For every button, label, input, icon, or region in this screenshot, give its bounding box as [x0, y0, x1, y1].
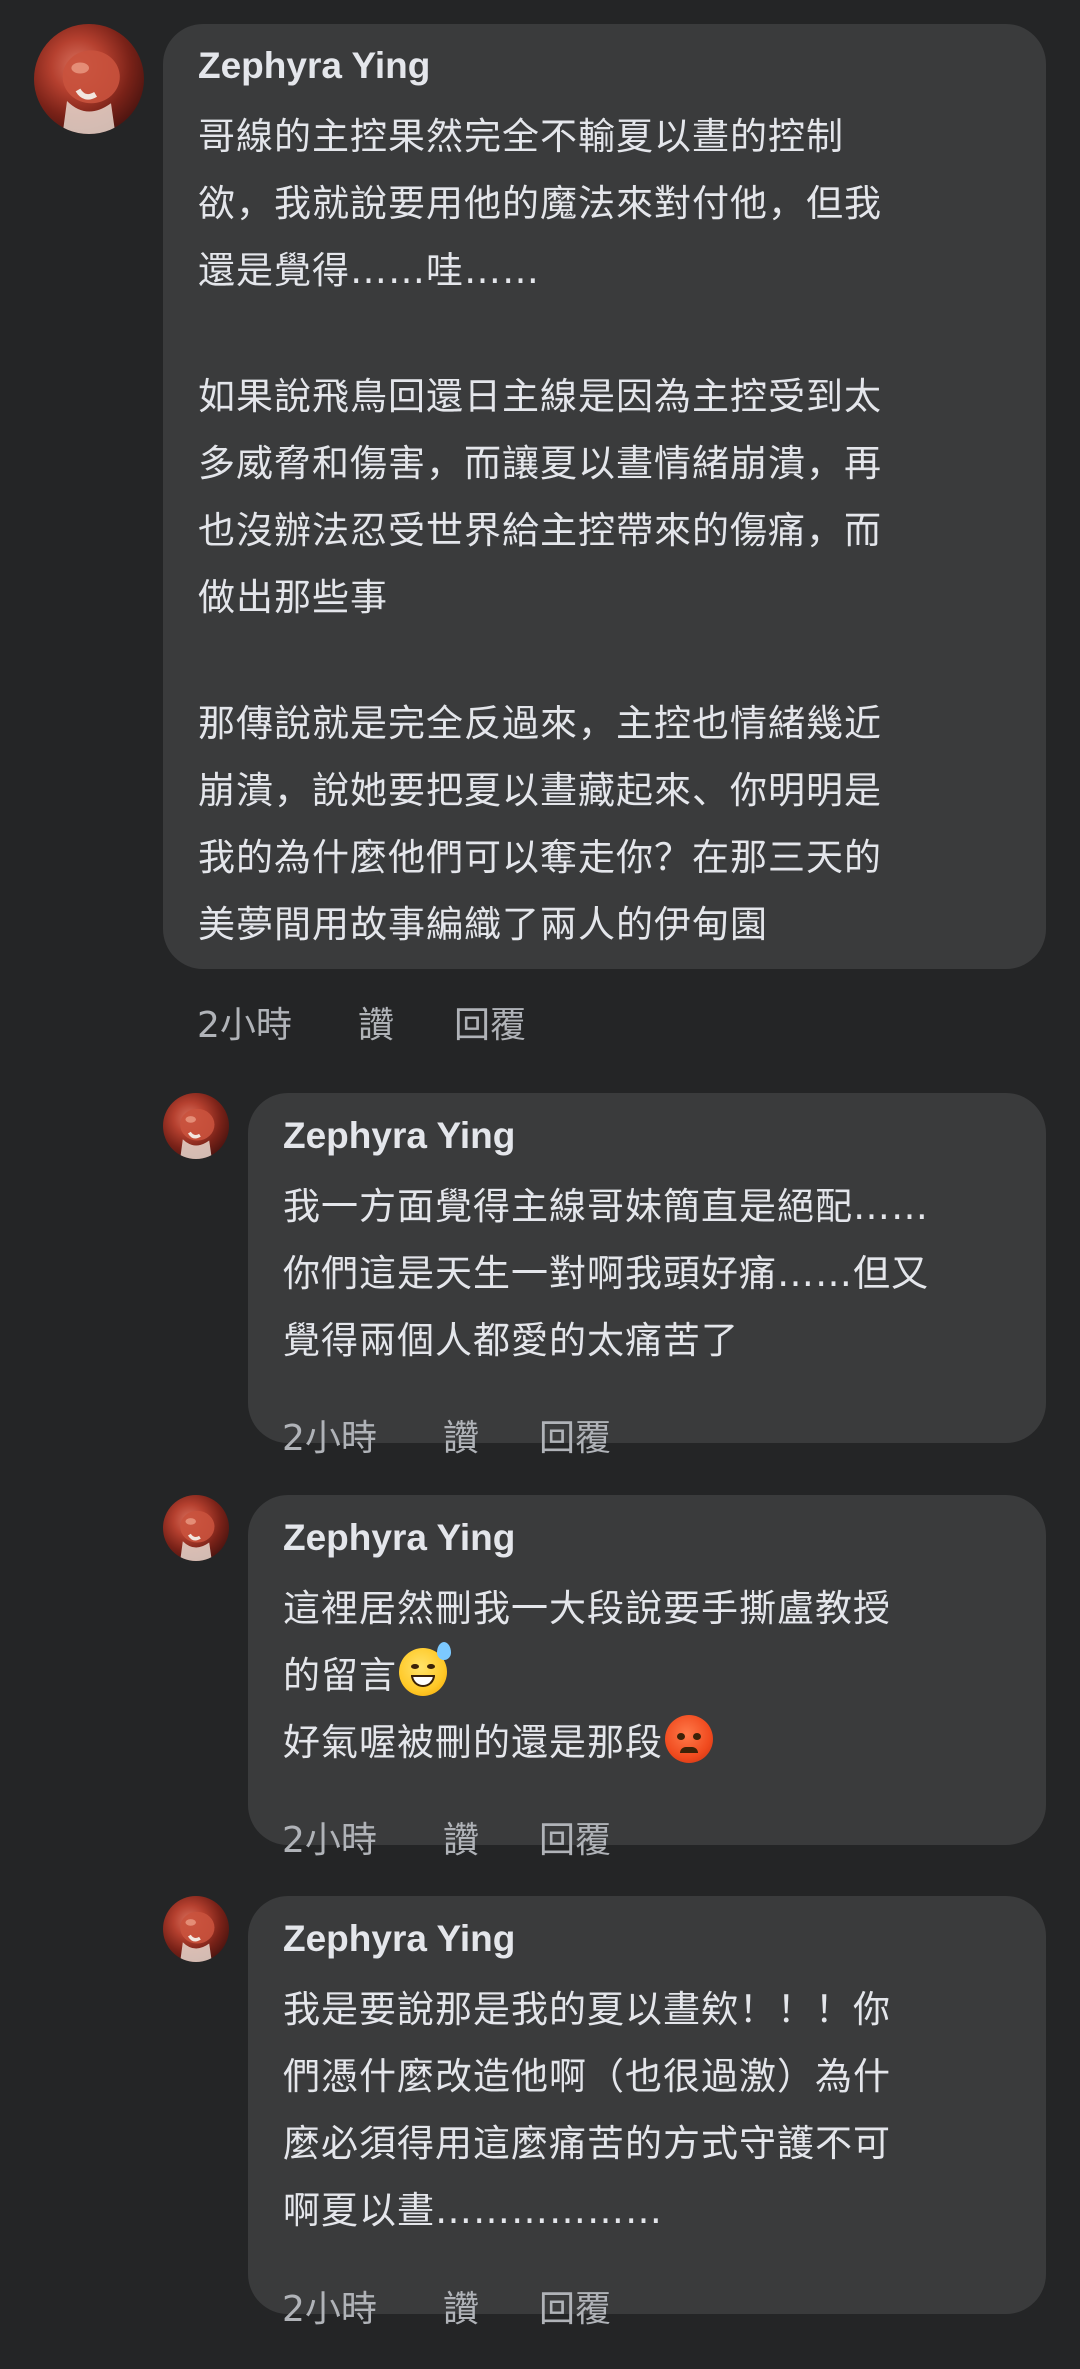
comment-author[interactable]: Zephyra Ying	[283, 1115, 515, 1157]
reply-button[interactable]: 回覆	[539, 2280, 611, 2332]
comment-text-line: 哥線的主控果然完全不輸夏以晝的控制	[198, 115, 844, 158]
sweat-drop-icon	[437, 1642, 451, 1660]
comment-text-line: 也沒辦法忍受世界給主控帶來的傷痛，而	[198, 509, 882, 552]
angry-face-emoji-icon	[665, 1715, 713, 1763]
avatar-image	[62, 50, 120, 134]
comment-author[interactable]: Zephyra Ying	[283, 1918, 515, 1960]
avatar[interactable]	[163, 1495, 229, 1561]
comment-text-line: 欲，我就說要用他的魔法來對付他，但我	[198, 182, 882, 225]
comment-text: 好氣喔被刪的還是那段	[283, 1721, 663, 1764]
comment-actions: 2小時 讚 回覆	[282, 1409, 782, 1459]
comment-text-line: 那傳說就是完全反過來，主控也情緒幾近	[198, 702, 882, 745]
comment-text-line: 如果說飛鳥回還日主線是因為主控受到太	[198, 375, 882, 418]
comment-author[interactable]: Zephyra Ying	[198, 45, 430, 87]
comment-text-line: 們憑什麼改造他啊（也很過激）為什	[283, 2055, 891, 2098]
like-button[interactable]: 讚	[358, 996, 394, 1048]
comment-text-line: 我是要說那是我的夏以晝欸！！！你	[283, 1988, 891, 2031]
comment-text-line-with-emoji: 好氣喔被刪的還是那段	[283, 1712, 713, 1766]
comment-text-line: 多威脅和傷害，而讓夏以晝情緒崩潰，再	[198, 442, 882, 485]
comment-text-line: 覺得兩個人都愛的太痛苦了	[283, 1319, 739, 1362]
avatar-image	[180, 1911, 215, 1962]
avatar[interactable]	[163, 1093, 229, 1159]
comment-text-line: 這裡居然刪我一大段說要手撕盧教授	[283, 1587, 891, 1630]
comment-author[interactable]: Zephyra Ying	[283, 1517, 515, 1559]
reply-button[interactable]: 回覆	[539, 1811, 611, 1863]
comment-text-line: 做出那些事	[198, 576, 388, 619]
avatar[interactable]	[34, 24, 144, 134]
avatar-image	[180, 1108, 215, 1159]
comment-timestamp[interactable]: 2小時	[282, 1409, 377, 1461]
comment-text-line-with-emoji: 的留言	[283, 1642, 451, 1699]
comment-bubble: Zephyra Ying 哥線的主控果然完全不輸夏以晝的控制 欲，我就說要用他的…	[163, 24, 1046, 969]
avatar-image	[180, 1510, 215, 1561]
comment-4: Zephyra Ying 我是要說那是我的夏以晝欸！！！你 們憑什麼改造他啊（也…	[0, 1860, 1080, 2369]
avatar[interactable]	[163, 1896, 229, 1962]
like-button[interactable]: 讚	[443, 2280, 479, 2332]
like-button[interactable]: 讚	[443, 1409, 479, 1461]
comment-timestamp[interactable]: 2小時	[282, 1811, 377, 1863]
comment-text-line: 我一方面覺得主線哥妹簡直是絕配……	[283, 1185, 929, 1228]
comment-text-line: 啊夏以晝………………	[283, 2189, 663, 2232]
like-button[interactable]: 讚	[443, 1811, 479, 1863]
comment-actions: 2小時 讚 回覆	[282, 1811, 782, 1861]
comment-timestamp[interactable]: 2小時	[282, 2280, 377, 2332]
comment-timestamp[interactable]: 2小時	[197, 996, 292, 1048]
comment-bubble: Zephyra Ying 這裡居然刪我一大段說要手撕盧教授 的留言 好氣喔被刪的…	[248, 1495, 1046, 1845]
comment-text-line: 崩潰，說她要把夏以晝藏起來、你明明是	[198, 769, 882, 812]
comment-text-line: 美夢間用故事編織了兩人的伊甸園	[198, 903, 768, 946]
comment-text-line: 我的為什麼他們可以奪走你？在那三天的	[198, 836, 882, 879]
reply-button[interactable]: 回覆	[454, 996, 526, 1048]
comment-text: 的留言	[283, 1654, 397, 1697]
comment-text-line: 你們這是天生一對啊我頭好痛……但又	[283, 1252, 929, 1295]
reply-button[interactable]: 回覆	[539, 1409, 611, 1461]
comment-text-line: 麼必須得用這麼痛苦的方式守護不可	[283, 2122, 891, 2165]
comment-2: Zephyra Ying 我一方面覺得主線哥妹簡直是絕配…… 你們這是天生一對啊…	[0, 1060, 1080, 1460]
comment-bubble: Zephyra Ying 我一方面覺得主線哥妹簡直是絕配…… 你們這是天生一對啊…	[248, 1093, 1046, 1443]
comment-1: Zephyra Ying 哥線的主控果然完全不輸夏以晝的控制 欲，我就說要用他的…	[0, 0, 1080, 1060]
comment-3: Zephyra Ying 這裡居然刪我一大段說要手撕盧教授 的留言 好氣喔被刪的…	[0, 1460, 1080, 1860]
comment-actions: 2小時 讚 回覆	[282, 2280, 782, 2330]
sweat-smile-emoji-icon	[399, 1642, 451, 1696]
comment-text-line: 還是覺得……哇……	[198, 249, 540, 292]
comment-actions: 2小時 讚 回覆	[197, 996, 697, 1046]
comment-bubble: Zephyra Ying 我是要說那是我的夏以晝欸！！！你 們憑什麼改造他啊（也…	[248, 1896, 1046, 2314]
